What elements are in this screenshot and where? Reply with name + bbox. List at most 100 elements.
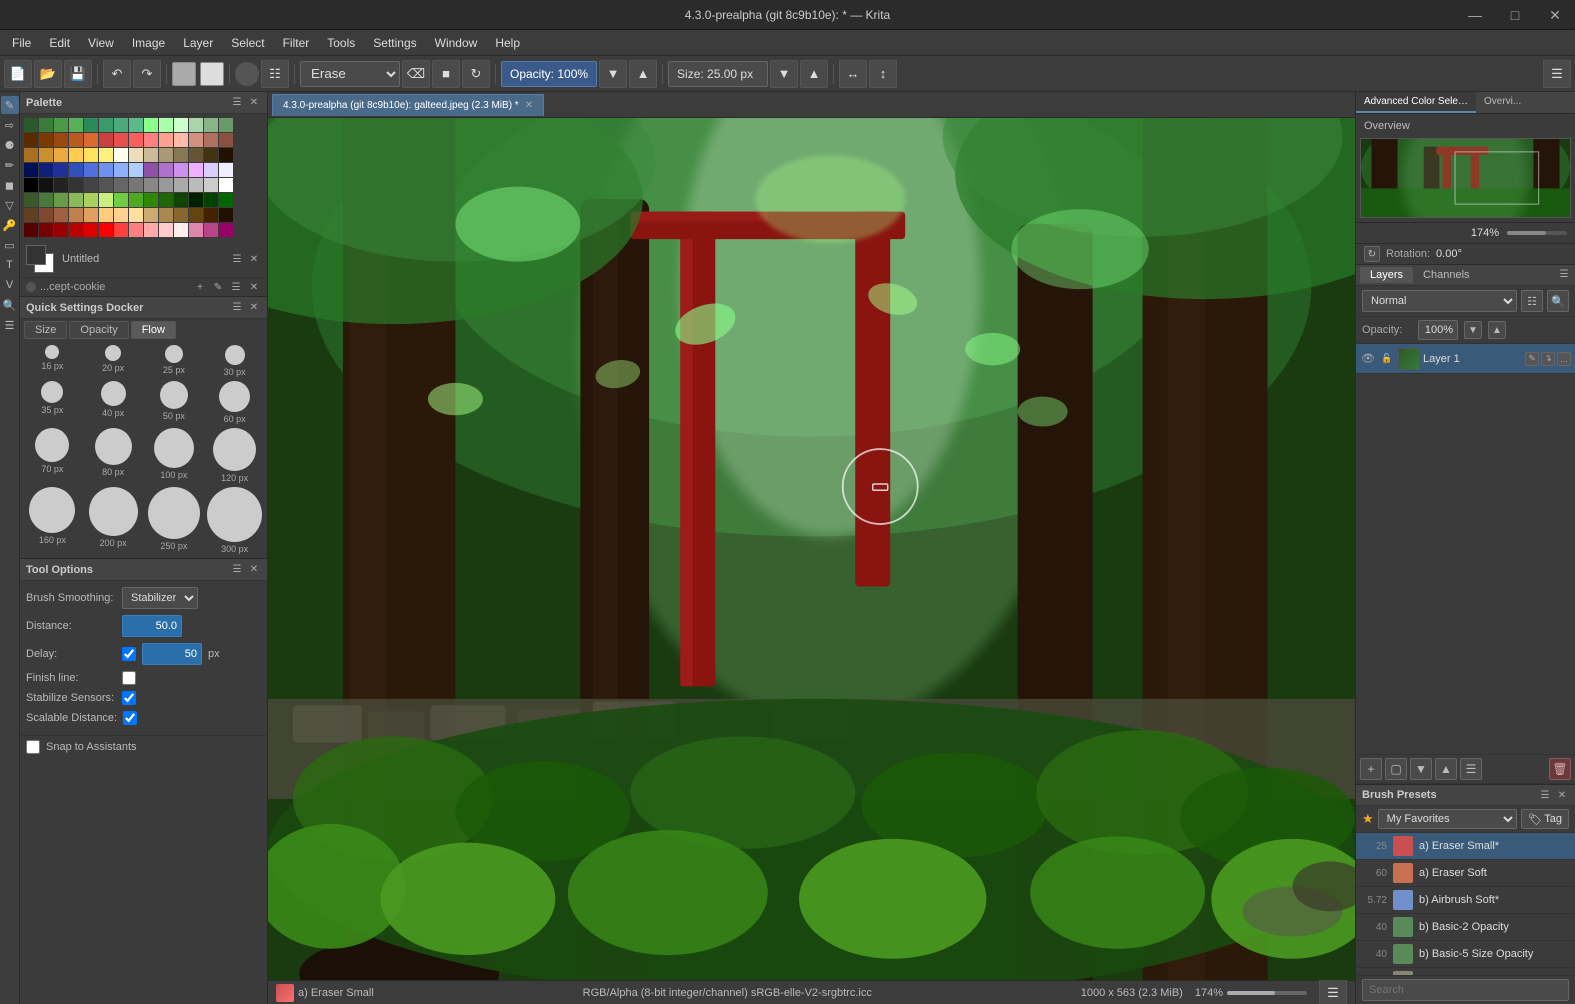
color-cell[interactable] bbox=[204, 118, 218, 132]
menu-image[interactable]: Image bbox=[124, 34, 173, 52]
size-display[interactable]: Size: 25.00 px bbox=[668, 61, 768, 87]
quick-settings-settings-icon[interactable]: ☰ bbox=[230, 301, 244, 315]
more-layer-options-button[interactable]: ☰ bbox=[1460, 758, 1482, 780]
palette-settings-icon[interactable]: ☰ bbox=[230, 96, 244, 110]
color-cell[interactable] bbox=[99, 223, 113, 237]
brush-size-250[interactable]: 250 px bbox=[146, 487, 203, 554]
color-cell[interactable] bbox=[84, 163, 98, 177]
color-cell[interactable] bbox=[84, 193, 98, 207]
undo-button[interactable]: ↶ bbox=[103, 60, 131, 88]
color-cell[interactable] bbox=[144, 178, 158, 192]
color-cell[interactable] bbox=[174, 148, 188, 162]
color-cell[interactable] bbox=[189, 223, 203, 237]
minimize-button[interactable]: — bbox=[1455, 0, 1495, 30]
color-cell[interactable] bbox=[174, 223, 188, 237]
tool-crop[interactable]: ✏ bbox=[1, 156, 19, 174]
color-cell[interactable] bbox=[159, 148, 173, 162]
tab-layers[interactable]: Layers bbox=[1360, 267, 1413, 283]
brush-set-copy-icon[interactable]: ☰ bbox=[229, 280, 243, 294]
color-cell[interactable] bbox=[219, 148, 233, 162]
color-cell[interactable] bbox=[174, 193, 188, 207]
brush-search-input[interactable] bbox=[1362, 979, 1569, 1001]
color-cell[interactable] bbox=[99, 163, 113, 177]
brush-size-300[interactable]: 300 px bbox=[206, 487, 263, 554]
layer-merge-btn[interactable]: ↴ bbox=[1541, 352, 1555, 366]
color-cell[interactable] bbox=[204, 193, 218, 207]
brush-smoothing-select[interactable]: Stabilizer bbox=[122, 587, 198, 609]
color-cell[interactable] bbox=[204, 223, 218, 237]
color-cell[interactable] bbox=[39, 163, 53, 177]
brush-size-100[interactable]: 100 px bbox=[146, 428, 203, 483]
menu-help[interactable]: Help bbox=[487, 34, 528, 52]
tab-opacity[interactable]: Opacity bbox=[69, 321, 128, 339]
brush-size-120[interactable]: 120 px bbox=[206, 428, 263, 483]
rotate-canvas-icon[interactable]: ↻ bbox=[1364, 246, 1380, 262]
color-cell[interactable] bbox=[219, 163, 233, 177]
brush-size-30[interactable]: 30 px bbox=[206, 345, 263, 377]
menu-view[interactable]: View bbox=[80, 34, 122, 52]
color-cell[interactable] bbox=[144, 118, 158, 132]
menu-window[interactable]: Window bbox=[427, 34, 486, 52]
color-cell[interactable] bbox=[24, 163, 38, 177]
color-cell[interactable] bbox=[129, 178, 143, 192]
add-layer-button[interactable]: + bbox=[1360, 758, 1382, 780]
bg-color-button[interactable] bbox=[200, 62, 224, 86]
color-cell[interactable] bbox=[129, 133, 143, 147]
menu-select[interactable]: Select bbox=[223, 34, 272, 52]
palette-close-icon[interactable]: ✕ bbox=[247, 96, 261, 110]
color-cell[interactable] bbox=[54, 208, 68, 222]
menu-tools[interactable]: Tools bbox=[319, 34, 363, 52]
color-cell[interactable] bbox=[189, 148, 203, 162]
menu-edit[interactable]: Edit bbox=[41, 34, 78, 52]
color-cell[interactable] bbox=[204, 148, 218, 162]
opacity-down-btn[interactable]: ▼ bbox=[1464, 321, 1482, 339]
color-cell[interactable] bbox=[84, 133, 98, 147]
scalable-distance-checkbox[interactable] bbox=[123, 711, 137, 725]
color-cell[interactable] bbox=[189, 118, 203, 132]
canvas-tab[interactable]: 4.3.0-prealpha (git 8c9b10e): galteed.jp… bbox=[272, 94, 544, 116]
layer-more-btn[interactable]: ... bbox=[1557, 352, 1571, 366]
mirror-x-button[interactable]: ↔ bbox=[839, 60, 867, 88]
color-cell[interactable] bbox=[174, 178, 188, 192]
quick-settings-close-icon[interactable]: ✕ bbox=[247, 301, 261, 315]
finish-line-checkbox[interactable] bbox=[122, 671, 136, 685]
color-cell[interactable] bbox=[24, 133, 38, 147]
color-cell[interactable] bbox=[54, 148, 68, 162]
color-cell[interactable] bbox=[54, 178, 68, 192]
mirror-y-button[interactable]: ↕ bbox=[869, 60, 897, 88]
layer-settings-icon[interactable]: ☰ bbox=[230, 252, 244, 266]
color-cell[interactable] bbox=[174, 208, 188, 222]
tab-advanced-color[interactable]: Advanced Color Selec... bbox=[1356, 92, 1476, 113]
layer-item-0[interactable]: 👁 🔓 Layer 1 ✎ ↴ ... bbox=[1356, 344, 1575, 374]
color-cell[interactable] bbox=[24, 208, 38, 222]
color-cell[interactable] bbox=[144, 163, 158, 177]
brush-size-20[interactable]: 20 px bbox=[85, 345, 142, 377]
color-cell[interactable] bbox=[54, 193, 68, 207]
color-cell[interactable] bbox=[144, 223, 158, 237]
color-cell[interactable] bbox=[99, 178, 113, 192]
color-cell[interactable] bbox=[219, 178, 233, 192]
tool-brush[interactable]: ✎ bbox=[1, 96, 19, 114]
opacity-up-button[interactable]: ▲ bbox=[629, 60, 657, 88]
brush-size-160[interactable]: 160 px bbox=[24, 487, 81, 554]
save-button[interactable]: 💾 bbox=[64, 60, 92, 88]
brush-tag-button[interactable]: 🏷 Tag bbox=[1521, 809, 1569, 829]
layer-edit-btn[interactable]: ✎ bbox=[1525, 352, 1539, 366]
overview-thumbnail[interactable] bbox=[1360, 138, 1571, 218]
color-cell[interactable] bbox=[39, 178, 53, 192]
copy-layer-button[interactable]: ▢ bbox=[1385, 758, 1407, 780]
color-cell[interactable] bbox=[174, 163, 188, 177]
color-cell[interactable] bbox=[69, 208, 83, 222]
layer-close-icon[interactable]: ✕ bbox=[247, 252, 261, 266]
color-cell[interactable] bbox=[69, 148, 83, 162]
color-cell[interactable] bbox=[39, 223, 53, 237]
color-cell[interactable] bbox=[24, 178, 38, 192]
color-cell[interactable] bbox=[69, 163, 83, 177]
delay-checkbox[interactable] bbox=[122, 647, 136, 661]
zoom-slider[interactable] bbox=[1227, 991, 1307, 995]
color-cell[interactable] bbox=[159, 193, 173, 207]
tool-options-close-icon[interactable]: ✕ bbox=[247, 563, 261, 577]
tool-text[interactable]: T bbox=[1, 256, 19, 274]
color-cell[interactable] bbox=[39, 133, 53, 147]
open-button[interactable]: 📂 bbox=[34, 60, 62, 88]
